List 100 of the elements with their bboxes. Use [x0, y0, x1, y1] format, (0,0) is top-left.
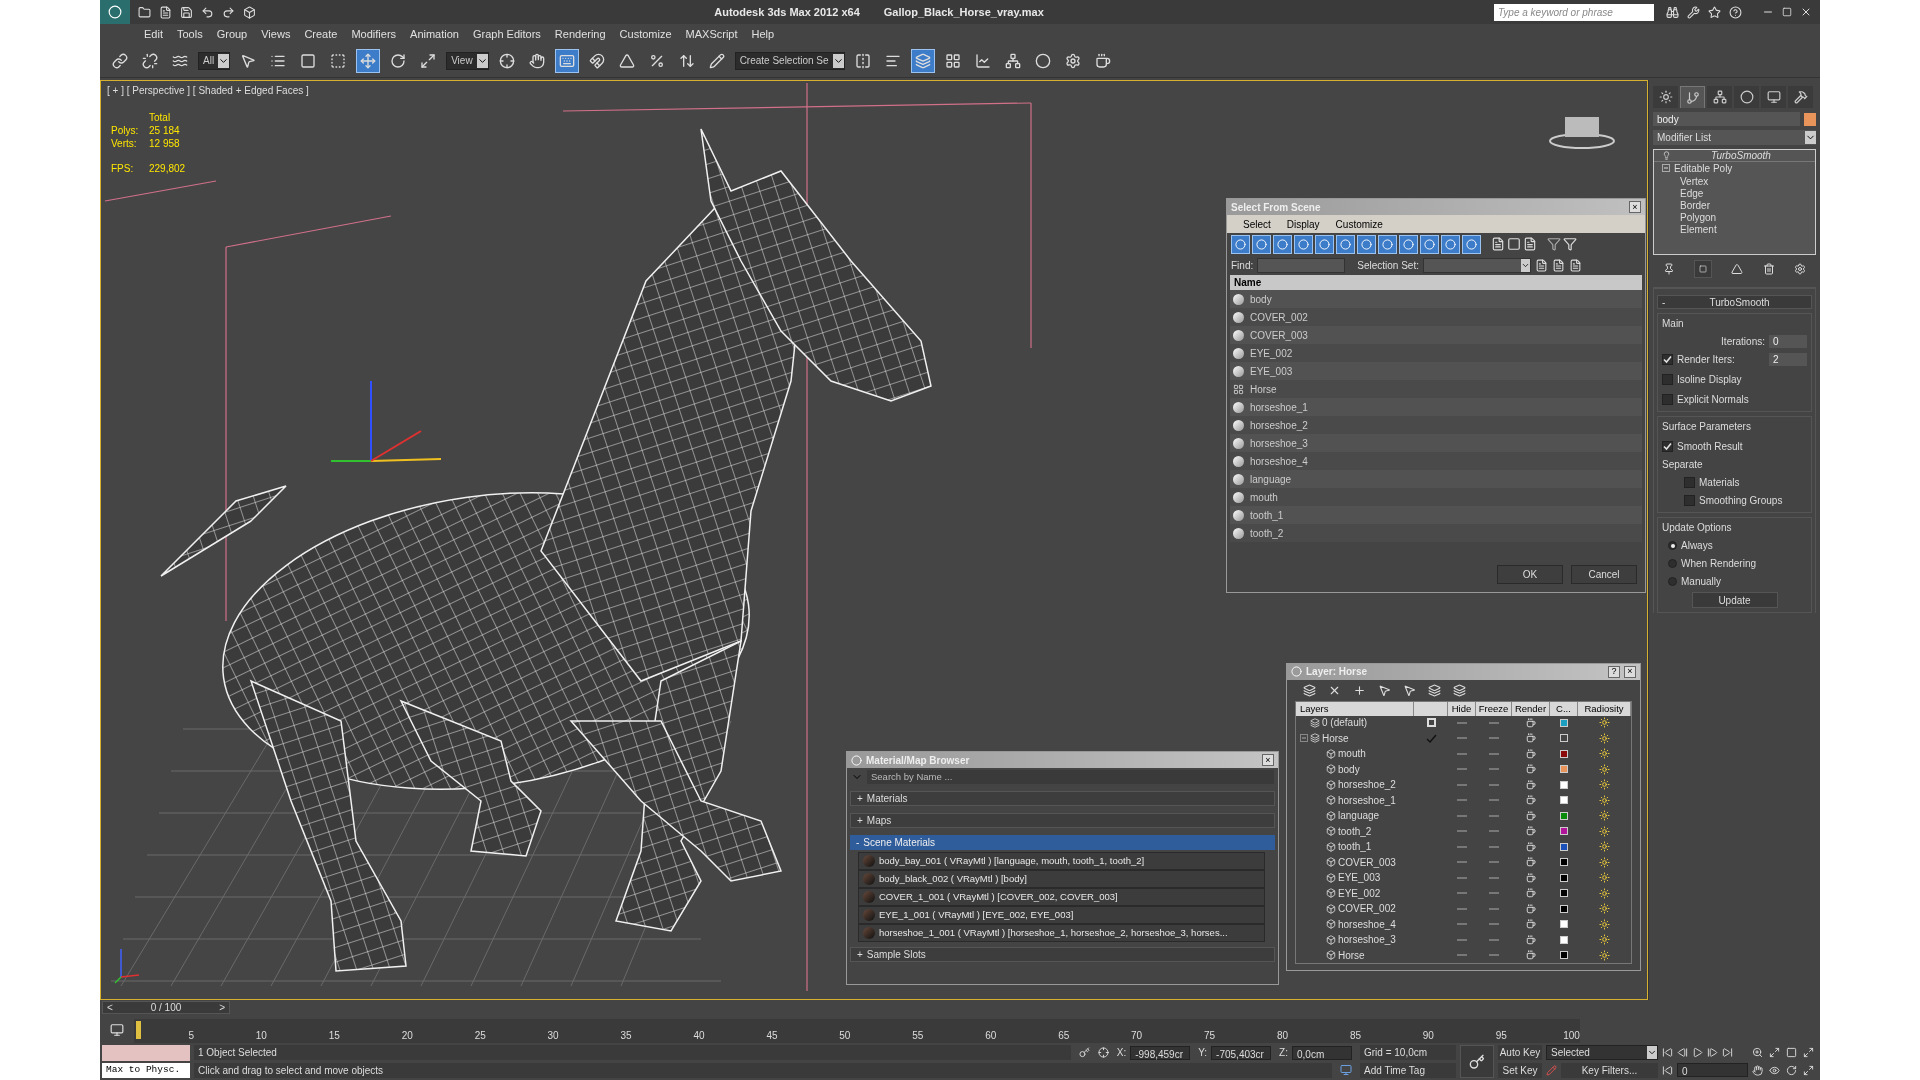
coordinate-field[interactable]: -705,403cr: [1211, 1045, 1272, 1060]
object-row[interactable]: tooth_1: [1230, 506, 1642, 524]
layer-row[interactable]: 0 (default): [1296, 715, 1631, 731]
sub-object-item[interactable]: Edge: [1654, 186, 1815, 198]
menu-item[interactable]: Animation: [410, 25, 459, 43]
help-button[interactable]: ?: [1608, 665, 1620, 678]
layer-row[interactable]: horseshoe_3: [1296, 932, 1631, 948]
search-field[interactable]: Search by Name ...: [867, 770, 1274, 784]
spinner-field[interactable]: 2: [1769, 353, 1807, 366]
material-row[interactable]: body_bay_001 ( VRayMtl ) [language, mouth, tooth_1, tooth_2]: [858, 852, 1265, 870]
set-key-button[interactable]: Set Key: [1498, 1062, 1542, 1078]
menu-item[interactable]: Views: [261, 25, 291, 43]
modifier-stack[interactable]: TurboSmooth Editable Poly Vertex Edge Border Polygon Element: [1653, 149, 1816, 255]
column-header[interactable]: Render: [1512, 702, 1550, 717]
close-button[interactable]: ×: [1624, 665, 1636, 678]
frame-field[interactable]: 0: [1677, 1063, 1748, 1078]
close-button[interactable]: ×: [1629, 201, 1641, 213]
menu-item[interactable]: Display: [1286, 216, 1320, 232]
object-row[interactable]: EYE_002: [1230, 344, 1642, 362]
layer-row[interactable]: EYE_003: [1296, 870, 1631, 886]
sub-object-item[interactable]: Vertex: [1654, 174, 1815, 186]
group-header[interactable]: - Scene Materials: [850, 835, 1275, 850]
object-row[interactable]: mouth: [1230, 488, 1642, 506]
layer-row[interactable]: horseshoe_2: [1296, 777, 1631, 793]
search-field[interactable]: Type a keyword or phrase: [1494, 3, 1654, 21]
time-tag-button[interactable]: Add Time Tag: [1360, 1062, 1456, 1078]
group-header[interactable]: + Materials: [850, 791, 1275, 806]
menu-item[interactable]: Group: [216, 25, 248, 43]
layer-row[interactable]: Horse: [1296, 947, 1631, 964]
layer-row[interactable]: tooth_1: [1296, 839, 1631, 855]
object-row[interactable]: horseshoe_4: [1230, 452, 1642, 470]
sub-object-item[interactable]: Polygon: [1654, 210, 1815, 222]
column-header[interactable]: C...: [1550, 702, 1578, 717]
object-row[interactable]: Horse: [1230, 380, 1642, 398]
frame-counter[interactable]: < 0 / 100 >: [102, 1001, 230, 1014]
material-row[interactable]: EYE_1_001 ( VRayMtl ) [EYE_002, EYE_003]: [858, 906, 1265, 924]
group-header[interactable]: + Sample Slots: [850, 947, 1275, 962]
layer-row[interactable]: horseshoe_4: [1296, 916, 1631, 933]
column-header[interactable]: Radiosity: [1578, 702, 1631, 717]
menu-item[interactable]: Create: [304, 25, 338, 43]
material-row[interactable]: horseshoe_1_001 ( VRayMtl ) [horseshoe_1, horseshoe_2, horseshoe_3, horses...: [858, 924, 1265, 942]
menu-item[interactable]: Rendering: [554, 25, 606, 43]
update-button[interactable]: Update: [1691, 592, 1778, 608]
menu-item[interactable]: Select: [1243, 216, 1271, 232]
group-header[interactable]: + Maps: [850, 813, 1275, 828]
rollout-header[interactable]: - TurboSmooth: [1657, 295, 1812, 309]
layer-row[interactable]: COVER_002: [1296, 901, 1631, 917]
menu-item[interactable]: Customize: [1335, 216, 1383, 232]
layer-row[interactable]: language: [1296, 808, 1631, 824]
object-row[interactable]: horseshoe_2: [1230, 416, 1642, 434]
menu-item[interactable]: Help: [751, 25, 775, 43]
key-mode-dropdown[interactable]: Selected: [1546, 1045, 1658, 1061]
auto-key-button[interactable]: Auto Key: [1498, 1045, 1542, 1061]
column-header[interactable]: Layers: [1296, 702, 1414, 717]
object-row[interactable]: horseshoe_3: [1230, 434, 1642, 452]
column-header[interactable]: Name: [1234, 275, 1262, 290]
layer-row[interactable]: COVER_003: [1296, 854, 1631, 871]
coordinate-field[interactable]: -998,459cr: [1130, 1045, 1191, 1060]
layer-row[interactable]: mouth: [1296, 746, 1631, 762]
object-row[interactable]: COVER_002: [1230, 308, 1642, 326]
stack-item[interactable]: Editable Poly: [1654, 162, 1815, 174]
dialog-button[interactable]: Cancel: [1571, 565, 1637, 584]
script-listener-output[interactable]: Max to Physc.: [102, 1063, 190, 1078]
timeline-tick-label: 55: [911, 1029, 924, 1043]
toolbar-dropdown[interactable]: View: [446, 51, 489, 70]
object-row[interactable]: body: [1230, 290, 1642, 308]
menu-item[interactable]: Customize: [619, 25, 672, 43]
menu-item[interactable]: Modifiers: [351, 25, 397, 43]
timeline-track[interactable]: 5 10 15 20 25 30 35 40 45 50 55 60 65 70 75 80 85 90 95 100: [134, 1019, 1580, 1043]
menu-item[interactable]: Graph Editors: [472, 25, 541, 43]
column-header[interactable]: Hide: [1448, 702, 1476, 717]
toolbar-dropdown[interactable]: Create Selection Se: [734, 51, 845, 70]
menu-item[interactable]: Edit: [144, 25, 163, 43]
object-row[interactable]: EYE_003: [1230, 362, 1642, 380]
menu-item[interactable]: MAXScript: [685, 25, 738, 43]
material-row[interactable]: COVER_1_001 ( VRayMtl ) [COVER_002, COVER_003]: [858, 888, 1265, 906]
toolbar-dropdown[interactable]: All: [198, 51, 231, 70]
key-filters-button[interactable]: Key Filters...: [1561, 1062, 1658, 1078]
object-row[interactable]: horseshoe_1: [1230, 398, 1642, 416]
column-header[interactable]: Freeze: [1476, 702, 1512, 717]
sub-object-item[interactable]: Border: [1654, 198, 1815, 210]
viewport-label[interactable]: [ + ] [ Perspective ] [ Shaded + Edged Faces ]: [107, 83, 309, 98]
spinner-field[interactable]: 0: [1769, 335, 1807, 348]
object-row[interactable]: tooth_2: [1230, 524, 1642, 542]
coordinate-field[interactable]: 0,0cm: [1292, 1045, 1352, 1060]
dialog-button[interactable]: OK: [1497, 565, 1563, 584]
modifier-list-dropdown[interactable]: Modifier List: [1653, 130, 1816, 145]
layer-row[interactable]: tooth_2: [1296, 823, 1631, 840]
object-row[interactable]: language: [1230, 470, 1642, 488]
material-row[interactable]: body_black_002 ( VRayMtl ) [body]: [858, 870, 1265, 888]
close-button[interactable]: ×: [1262, 754, 1274, 766]
layer-row[interactable]: horseshoe_1: [1296, 792, 1631, 809]
layer-row[interactable]: Horse: [1296, 730, 1631, 747]
sub-object-item[interactable]: Element: [1654, 222, 1815, 234]
layer-row[interactable]: EYE_002: [1296, 885, 1631, 902]
stack-item[interactable]: TurboSmooth: [1654, 150, 1815, 162]
object-name-field[interactable]: body: [1653, 112, 1800, 126]
layer-row[interactable]: body: [1296, 761, 1631, 778]
object-row[interactable]: COVER_003: [1230, 326, 1642, 344]
menu-item[interactable]: Tools: [176, 25, 203, 43]
